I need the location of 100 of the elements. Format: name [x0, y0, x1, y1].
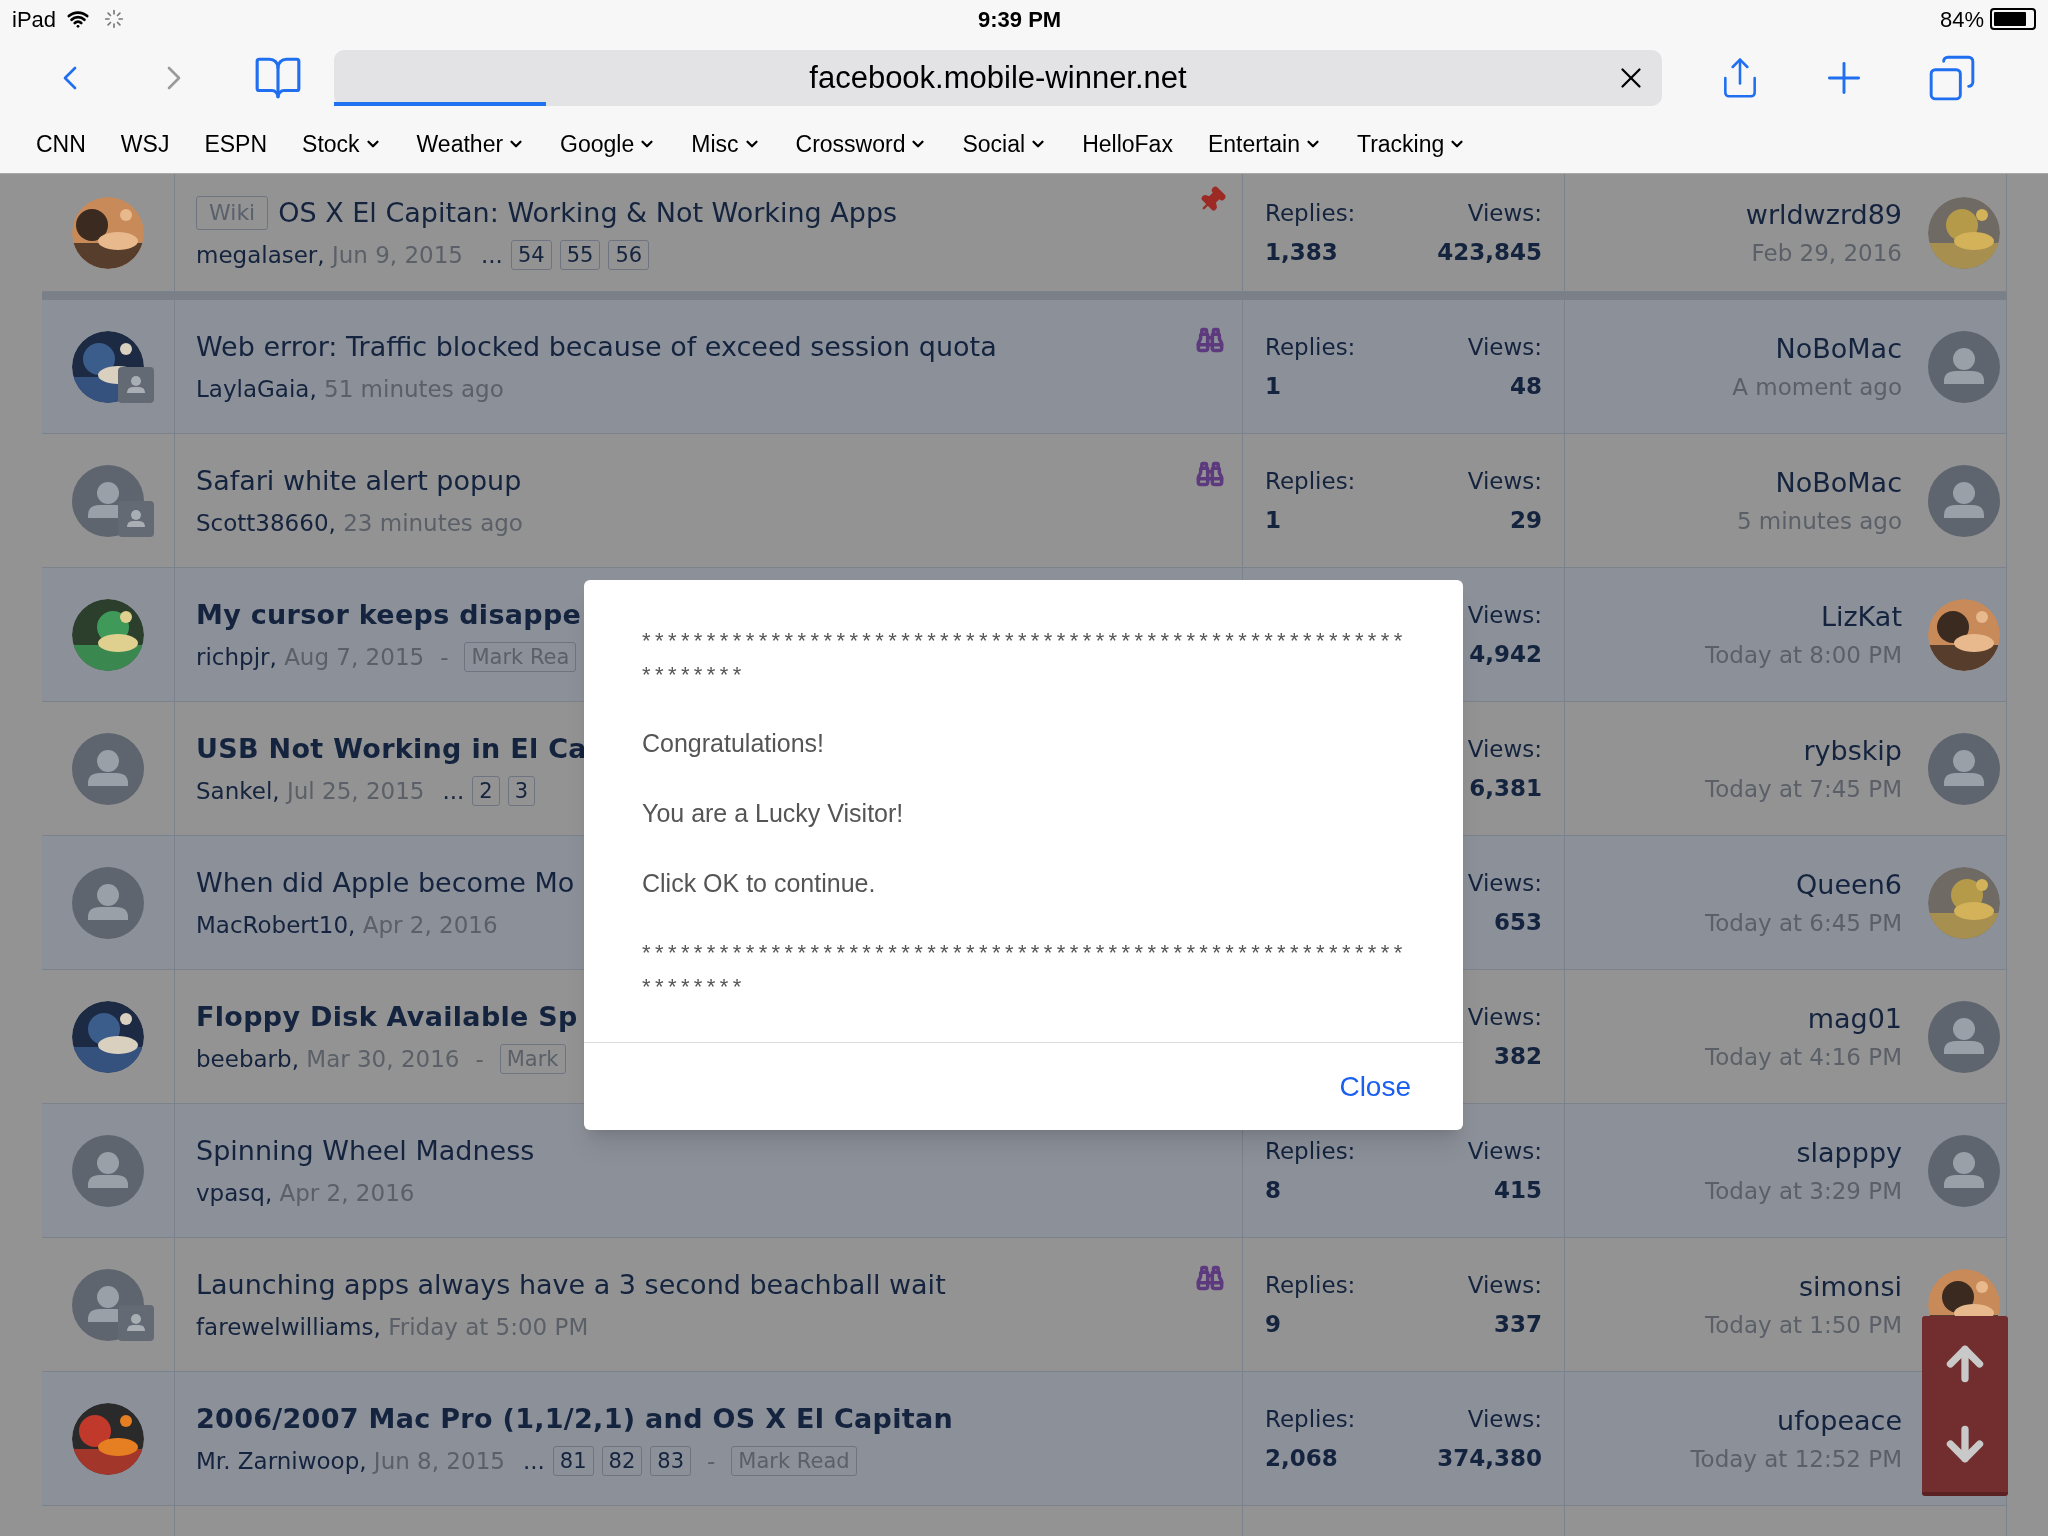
thread-title[interactable]: USB Not Working in El Ca	[196, 729, 587, 770]
user-avatar-icon	[72, 1134, 144, 1207]
last-poster[interactable]: slapppy	[1796, 1133, 1902, 1174]
last-post-time: Today at 1:50 PM	[1705, 1310, 1902, 1340]
battery-icon	[1990, 8, 2036, 30]
bookmark-item[interactable]: Stock	[302, 126, 382, 162]
last-poster[interactable]: ufopeace	[1777, 1401, 1902, 1442]
views-count: 6,381	[1469, 773, 1542, 803]
separator-dash: -	[440, 642, 449, 672]
views-count: 653	[1494, 907, 1542, 937]
views-count: 415	[1494, 1175, 1542, 1205]
replies-label: Replies:	[1265, 1271, 1356, 1300]
author-date: Sankel, Jul 25, 2015	[196, 776, 425, 806]
page-link[interactable]: 81	[552, 1445, 594, 1476]
user-avatar-icon	[1928, 732, 2000, 805]
dialog-text: Click OK to continue.	[642, 868, 877, 899]
bookmark-item[interactable]: Crossword	[795, 126, 928, 162]
thread-title[interactable]: 2006/2007 Mac Pro (1,1/2,1) and OS X El Capitan	[196, 1399, 954, 1440]
thread-title[interactable]: When did Apple become Mo	[196, 863, 575, 904]
last-poster[interactable]: NoBoMac	[1775, 463, 1902, 504]
user-avatar-icon	[72, 732, 144, 805]
thread-title[interactable]: Launching apps always have a 3 second beachball wait	[196, 1265, 946, 1306]
bookmark-item[interactable]: CNN	[36, 126, 86, 162]
author-date: beebarb, Mar 30, 2016	[196, 1044, 460, 1074]
dialog-text: *******************************************************************	[642, 939, 1408, 1001]
thread-title[interactable]: My cursor keeps disappe	[196, 595, 582, 636]
replies-label: Replies:	[1265, 467, 1356, 496]
author-date: Scott38660, 23 minutes ago	[196, 508, 523, 538]
views-label: Views:	[1467, 1137, 1542, 1166]
page-link[interactable]: 2	[472, 775, 500, 806]
bookmark-item[interactable]: Tracking	[1356, 126, 1467, 162]
thread-title[interactable]: Floppy Disk Available Sp	[196, 997, 578, 1038]
thread-title[interactable]: Spinning Wheel Madness	[196, 1131, 535, 1172]
close-button[interactable]: Close	[1339, 1065, 1411, 1108]
page-link[interactable]: 82	[601, 1445, 643, 1476]
views-label: Views:	[1467, 333, 1542, 362]
bookmark-item[interactable]: Weather	[416, 126, 526, 162]
views-count: 374,380	[1437, 1443, 1542, 1473]
tabs-icon	[1927, 53, 1977, 103]
views-count: 382	[1494, 1041, 1542, 1071]
last-post-time: Today at 7:45 PM	[1705, 774, 1902, 804]
user-avatar-icon	[1928, 464, 2000, 537]
ellipsis: ...	[481, 240, 503, 270]
views-count: 423,845	[1437, 237, 1542, 267]
ellipsis: ...	[522, 1446, 545, 1476]
views-label: Views:	[1467, 869, 1542, 898]
bookmark-item[interactable]: ESPN	[204, 126, 268, 162]
last-poster[interactable]: mag01	[1807, 999, 1902, 1040]
views-label: Views:	[1467, 1003, 1542, 1032]
replies-label: Replies:	[1265, 333, 1356, 362]
last-poster[interactable]: wrldwzrd89	[1745, 195, 1902, 236]
last-poster[interactable]: Queen6	[1796, 865, 1902, 906]
views-label: Views:	[1467, 1271, 1542, 1300]
views-label: Views:	[1467, 467, 1542, 496]
clock: 9:39 PM	[978, 5, 1062, 34]
last-poster[interactable]: simonsi	[1798, 1267, 1902, 1308]
page-link[interactable]: 54	[510, 239, 552, 270]
bookmark-item[interactable]: WSJ	[120, 126, 170, 162]
replies-label: Replies:	[1265, 1137, 1356, 1166]
views-label: Views:	[1467, 1405, 1542, 1434]
views-count: 29	[1510, 505, 1542, 535]
thread-title[interactable]: Web error: Traffic blocked because of exceed session quota	[196, 327, 997, 368]
views-count: 48	[1510, 371, 1542, 401]
last-poster[interactable]: NoBoMac	[1775, 329, 1902, 370]
device-name: iPad	[12, 5, 57, 34]
thread-title[interactable]: OS X El Capitan: Working & Not Working Apps	[278, 193, 898, 234]
ellipsis: ...	[442, 776, 465, 806]
dialog-text: Congratulations!	[642, 728, 826, 759]
replies-count: 8	[1265, 1175, 1281, 1205]
address-field[interactable]: facebook.mobile-winner.net	[334, 50, 1662, 106]
views-label: Views:	[1467, 601, 1542, 630]
bookmark-item[interactable]: Entertain	[1207, 126, 1322, 162]
bookmark-item[interactable]: HelloFax	[1082, 126, 1173, 162]
user-avatar-icon	[72, 866, 144, 939]
replies-count: 1	[1265, 505, 1281, 535]
bookmark-item[interactable]: Misc	[691, 126, 761, 162]
last-poster[interactable]: LizKat	[1820, 597, 1902, 638]
dialog-text: *******************************************************************	[642, 627, 1408, 689]
last-post-time: Today at 4:16 PM	[1705, 1042, 1902, 1072]
replies-count: 1,383	[1265, 237, 1338, 267]
user-avatar-icon	[1928, 1134, 2000, 1207]
dialog-text: You are a Lucky Visitor!	[642, 798, 905, 829]
replies-label: Replies:	[1265, 1405, 1356, 1434]
thread-title[interactable]: Safari white alert popup	[196, 461, 522, 502]
views-label: Views:	[1467, 735, 1542, 764]
replies-count: 2,068	[1265, 1443, 1338, 1473]
page-link[interactable]: 55	[559, 239, 601, 270]
last-poster[interactable]: rybskip	[1803, 731, 1902, 772]
replies-count: 9	[1265, 1309, 1281, 1339]
bookmark-item[interactable]: Social	[962, 126, 1048, 162]
views-count: 337	[1494, 1309, 1542, 1339]
last-post-time: 5 minutes ago	[1736, 506, 1902, 536]
user-avatar-icon	[1928, 330, 2000, 403]
views-label: Views:	[1467, 199, 1542, 228]
page-link[interactable]: 3	[507, 775, 536, 806]
page-link[interactable]: 83	[650, 1445, 692, 1476]
page-link[interactable]: 56	[608, 239, 650, 270]
battery-percent: 84%	[1939, 5, 1984, 34]
bookmark-item[interactable]: Google	[560, 126, 657, 162]
views-count: 4,942	[1469, 639, 1542, 669]
